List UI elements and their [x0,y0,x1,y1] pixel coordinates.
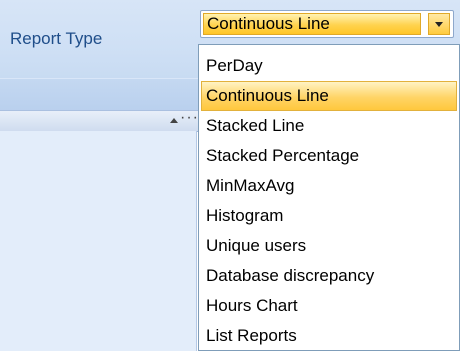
report-type-label: Report Type [10,29,103,48]
chevron-down-icon [435,22,443,27]
left-panel [0,131,197,351]
option-stacked-percentage[interactable]: Stacked Percentage [201,141,457,171]
report-type-selected-value[interactable]: Continuous Line [203,13,421,35]
option-minmaxavg[interactable]: MinMaxAvg [201,171,457,201]
option-unique-users[interactable]: Unique users [201,231,457,261]
sort-ascending-icon[interactable] [170,118,178,123]
option-perday[interactable]: PerDay [201,51,457,81]
option-histogram[interactable]: Histogram [201,201,457,231]
option-continuous-line[interactable]: Continuous Line [201,81,457,111]
option-database-discrepancy[interactable]: Database discrepancy [201,261,457,291]
option-list-reports[interactable]: List Reports [201,321,457,351]
report-type-combobox[interactable]: Continuous Line [200,10,454,38]
report-type-dropdown-list[interactable]: PerDay Continuous Line Stacked Line Stac… [198,44,460,351]
option-stacked-line[interactable]: Stacked Line [201,111,457,141]
dropdown-button[interactable] [428,13,450,35]
option-hours-chart[interactable]: Hours Chart [201,291,457,321]
